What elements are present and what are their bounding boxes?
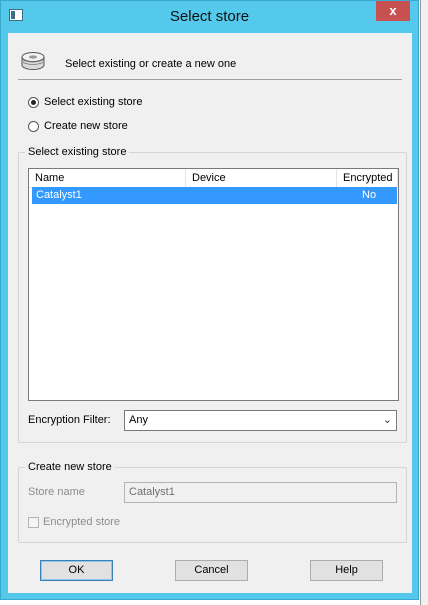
column-header-encrypted[interactable]: Encrypted — [337, 169, 398, 187]
column-header-device[interactable]: Device — [186, 169, 337, 187]
cell-name: Catalyst1 — [36, 189, 82, 201]
title-bar[interactable]: Select store x — [1, 1, 418, 33]
ok-button[interactable]: OK — [40, 560, 113, 581]
encrypted-store-checkbox[interactable]: Encrypted store — [28, 516, 120, 528]
dialog-header: Select existing or create a new one — [18, 47, 402, 80]
encryption-filter-select[interactable]: Any ⌄ — [124, 410, 397, 431]
radio-label: Create new store — [44, 120, 128, 132]
encryption-filter-label: Encryption Filter: — [28, 414, 111, 426]
checkbox-box[interactable] — [28, 516, 39, 528]
radio-label: Select existing store — [44, 96, 143, 108]
header-text: Select existing or create a new one — [65, 58, 237, 70]
store-name-input[interactable]: Catalyst1 — [124, 482, 397, 503]
existing-store-group-title: Select existing store — [25, 146, 130, 158]
select-store-dialog: Select store x Select existing or create… — [0, 0, 419, 600]
radio-button-unchecked[interactable] — [28, 120, 39, 132]
encryption-filter-value: Any — [129, 414, 148, 426]
store-name-label: Store name — [28, 486, 85, 498]
radio-button-checked[interactable] — [28, 96, 39, 108]
new-store-group — [18, 467, 407, 543]
column-header-name[interactable]: Name — [29, 169, 186, 187]
background-window-edge — [420, 0, 428, 605]
window-title: Select store — [169, 8, 250, 25]
list-header: Name Device Encrypted — [29, 169, 398, 188]
new-store-group-title: Create new store — [25, 461, 115, 473]
table-row[interactable]: Catalyst1 No — [32, 187, 397, 204]
close-button[interactable]: x — [376, 1, 410, 21]
radio-select-existing[interactable]: Select existing store — [28, 96, 142, 108]
cell-encrypted: No — [362, 189, 377, 201]
cancel-button[interactable]: Cancel — [175, 560, 248, 581]
encrypted-store-label: Encrypted store — [43, 516, 121, 528]
radio-create-new[interactable]: Create new store — [28, 120, 128, 132]
chevron-down-icon[interactable]: ⌄ — [383, 411, 392, 430]
store-list[interactable]: Name Device Encrypted Catalyst1 No — [28, 168, 399, 401]
dialog-body: Select existing or create a new one Sele… — [8, 33, 412, 593]
database-icon — [21, 52, 45, 70]
help-button[interactable]: Help — [310, 560, 383, 581]
